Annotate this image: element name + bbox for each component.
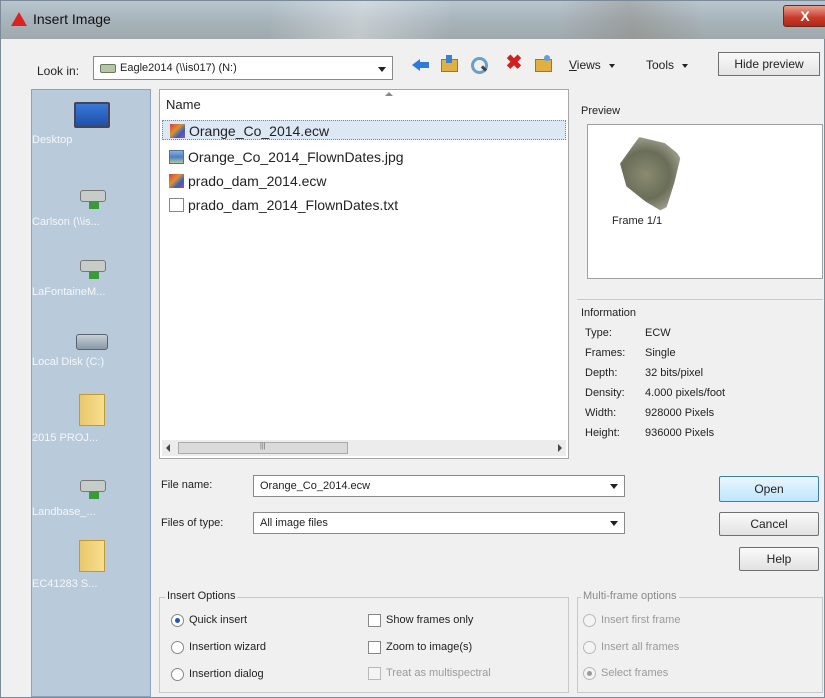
file-list[interactable]: Name Orange_Co_2014.ecw Orange_Co_2014_F…: [159, 89, 569, 459]
title-bar[interactable]: Insert Image X: [1, 1, 825, 39]
place-label: Local Disk (C:): [32, 356, 105, 368]
txt-file-icon: [169, 198, 184, 212]
sort-ascending-icon: [385, 92, 393, 96]
checkbox-icon: [368, 667, 381, 680]
preview-label: Preview: [581, 105, 621, 117]
views-menu[interactable]: Views: [569, 58, 615, 72]
back-icon[interactable]: [410, 53, 432, 75]
desktop-icon: [74, 102, 110, 128]
chevron-down-icon[interactable]: [610, 484, 618, 489]
place-landbase[interactable]: Landbase_...: [32, 474, 152, 518]
jpg-file-icon: [169, 150, 184, 164]
place-local-disk[interactable]: Local Disk (C:): [32, 328, 152, 368]
look-in-dropdown[interactable]: Eagle2014 (\\is017) (N:): [93, 56, 393, 80]
place-ec41283[interactable]: EC41283 S...: [32, 540, 152, 590]
place-label: Carlson (\\is...: [32, 216, 100, 228]
frame-label: Frame 1/1: [612, 215, 663, 227]
radio-selected-icon: [171, 614, 184, 627]
insert-options-title: Insert Options: [165, 590, 238, 602]
radio-icon: [583, 641, 596, 654]
ecw-file-icon: [170, 124, 185, 138]
place-label: 2015 PROJ...: [32, 432, 99, 444]
radio-selected-icon: [583, 667, 596, 680]
checkbox-icon: [368, 614, 381, 627]
dropdown-arrow-icon: [682, 63, 689, 68]
preview-pane: Frame 1/1: [587, 124, 823, 279]
tools-menu[interactable]: Tools: [646, 58, 689, 72]
file-row[interactable]: Orange_Co_2014.ecw: [162, 120, 566, 140]
help-button[interactable]: Help: [739, 547, 819, 571]
delete-icon[interactable]: ✖: [503, 53, 525, 75]
file-row[interactable]: prado_dam_2014.ecw: [162, 171, 566, 191]
file-name-label: File name:: [161, 479, 213, 491]
checkbox-icon: [368, 641, 381, 654]
scroll-right-icon[interactable]: [558, 444, 562, 452]
file-row[interactable]: prado_dam_2014_FlownDates.txt: [162, 195, 566, 215]
up-one-level-icon[interactable]: [438, 53, 460, 75]
place-label: EC41283 S...: [32, 578, 98, 590]
divider: [577, 299, 823, 300]
radio-icon: [171, 668, 184, 681]
files-of-type-label: Files of type:: [161, 517, 224, 529]
radio-icon: [171, 641, 184, 654]
image-thumbnail: [620, 137, 681, 213]
horizontal-scrollbar[interactable]: |||: [162, 440, 566, 456]
chevron-down-icon: [610, 521, 618, 526]
autocad-logo-icon: [11, 12, 27, 26]
file-name-input[interactable]: Orange_Co_2014.ecw: [253, 475, 625, 497]
insert-image-dialog: Insert Image X Look in: Eagle2014 (\\is0…: [0, 0, 825, 698]
look-in-label: Look in:: [37, 64, 80, 78]
multi-frame-options-title: Multi-frame options: [581, 590, 679, 602]
hide-preview-button[interactable]: Hide preview: [718, 52, 820, 76]
places-sidebar: Desktop Carlson (\\is... LaFontaineM... …: [31, 89, 151, 697]
place-label: LaFontaineM...: [32, 286, 106, 298]
name-column-header[interactable]: Name: [160, 90, 568, 112]
network-drive-icon: [100, 64, 116, 73]
network-drive-icon: [77, 254, 107, 280]
close-button[interactable]: X: [783, 5, 825, 27]
file-row[interactable]: Orange_Co_2014_FlownDates.jpg: [162, 147, 566, 167]
files-of-type-dropdown[interactable]: All image files: [253, 512, 625, 534]
radio-icon: [583, 614, 596, 627]
grip-icon: |||: [260, 443, 266, 450]
folder-icon: [79, 540, 105, 572]
local-disk-icon: [76, 334, 108, 350]
place-carlson[interactable]: Carlson (\\is...: [32, 184, 152, 228]
search-web-icon[interactable]: [468, 53, 490, 75]
scroll-left-icon[interactable]: [166, 444, 170, 452]
open-button[interactable]: Open: [719, 476, 819, 502]
place-2015-proj[interactable]: 2015 PROJ...: [32, 394, 152, 444]
network-drive-icon: [77, 184, 107, 210]
dropdown-arrow-icon: [608, 63, 615, 68]
chevron-down-icon: [378, 67, 386, 72]
window-title: Insert Image: [33, 11, 111, 27]
folder-icon: [79, 394, 105, 426]
place-lafontaine[interactable]: LaFontaineM...: [32, 254, 152, 298]
place-label: Desktop: [32, 134, 73, 146]
network-drive-icon: [77, 474, 107, 500]
place-label: Landbase_...: [32, 506, 96, 518]
place-desktop[interactable]: Desktop: [32, 102, 152, 146]
look-in-value: Eagle2014 (\\is017) (N:): [120, 62, 237, 74]
ecw-file-icon: [169, 174, 184, 188]
create-folder-icon[interactable]: [532, 53, 554, 75]
cancel-button[interactable]: Cancel: [719, 512, 819, 536]
information-heading: Information: [581, 307, 637, 319]
